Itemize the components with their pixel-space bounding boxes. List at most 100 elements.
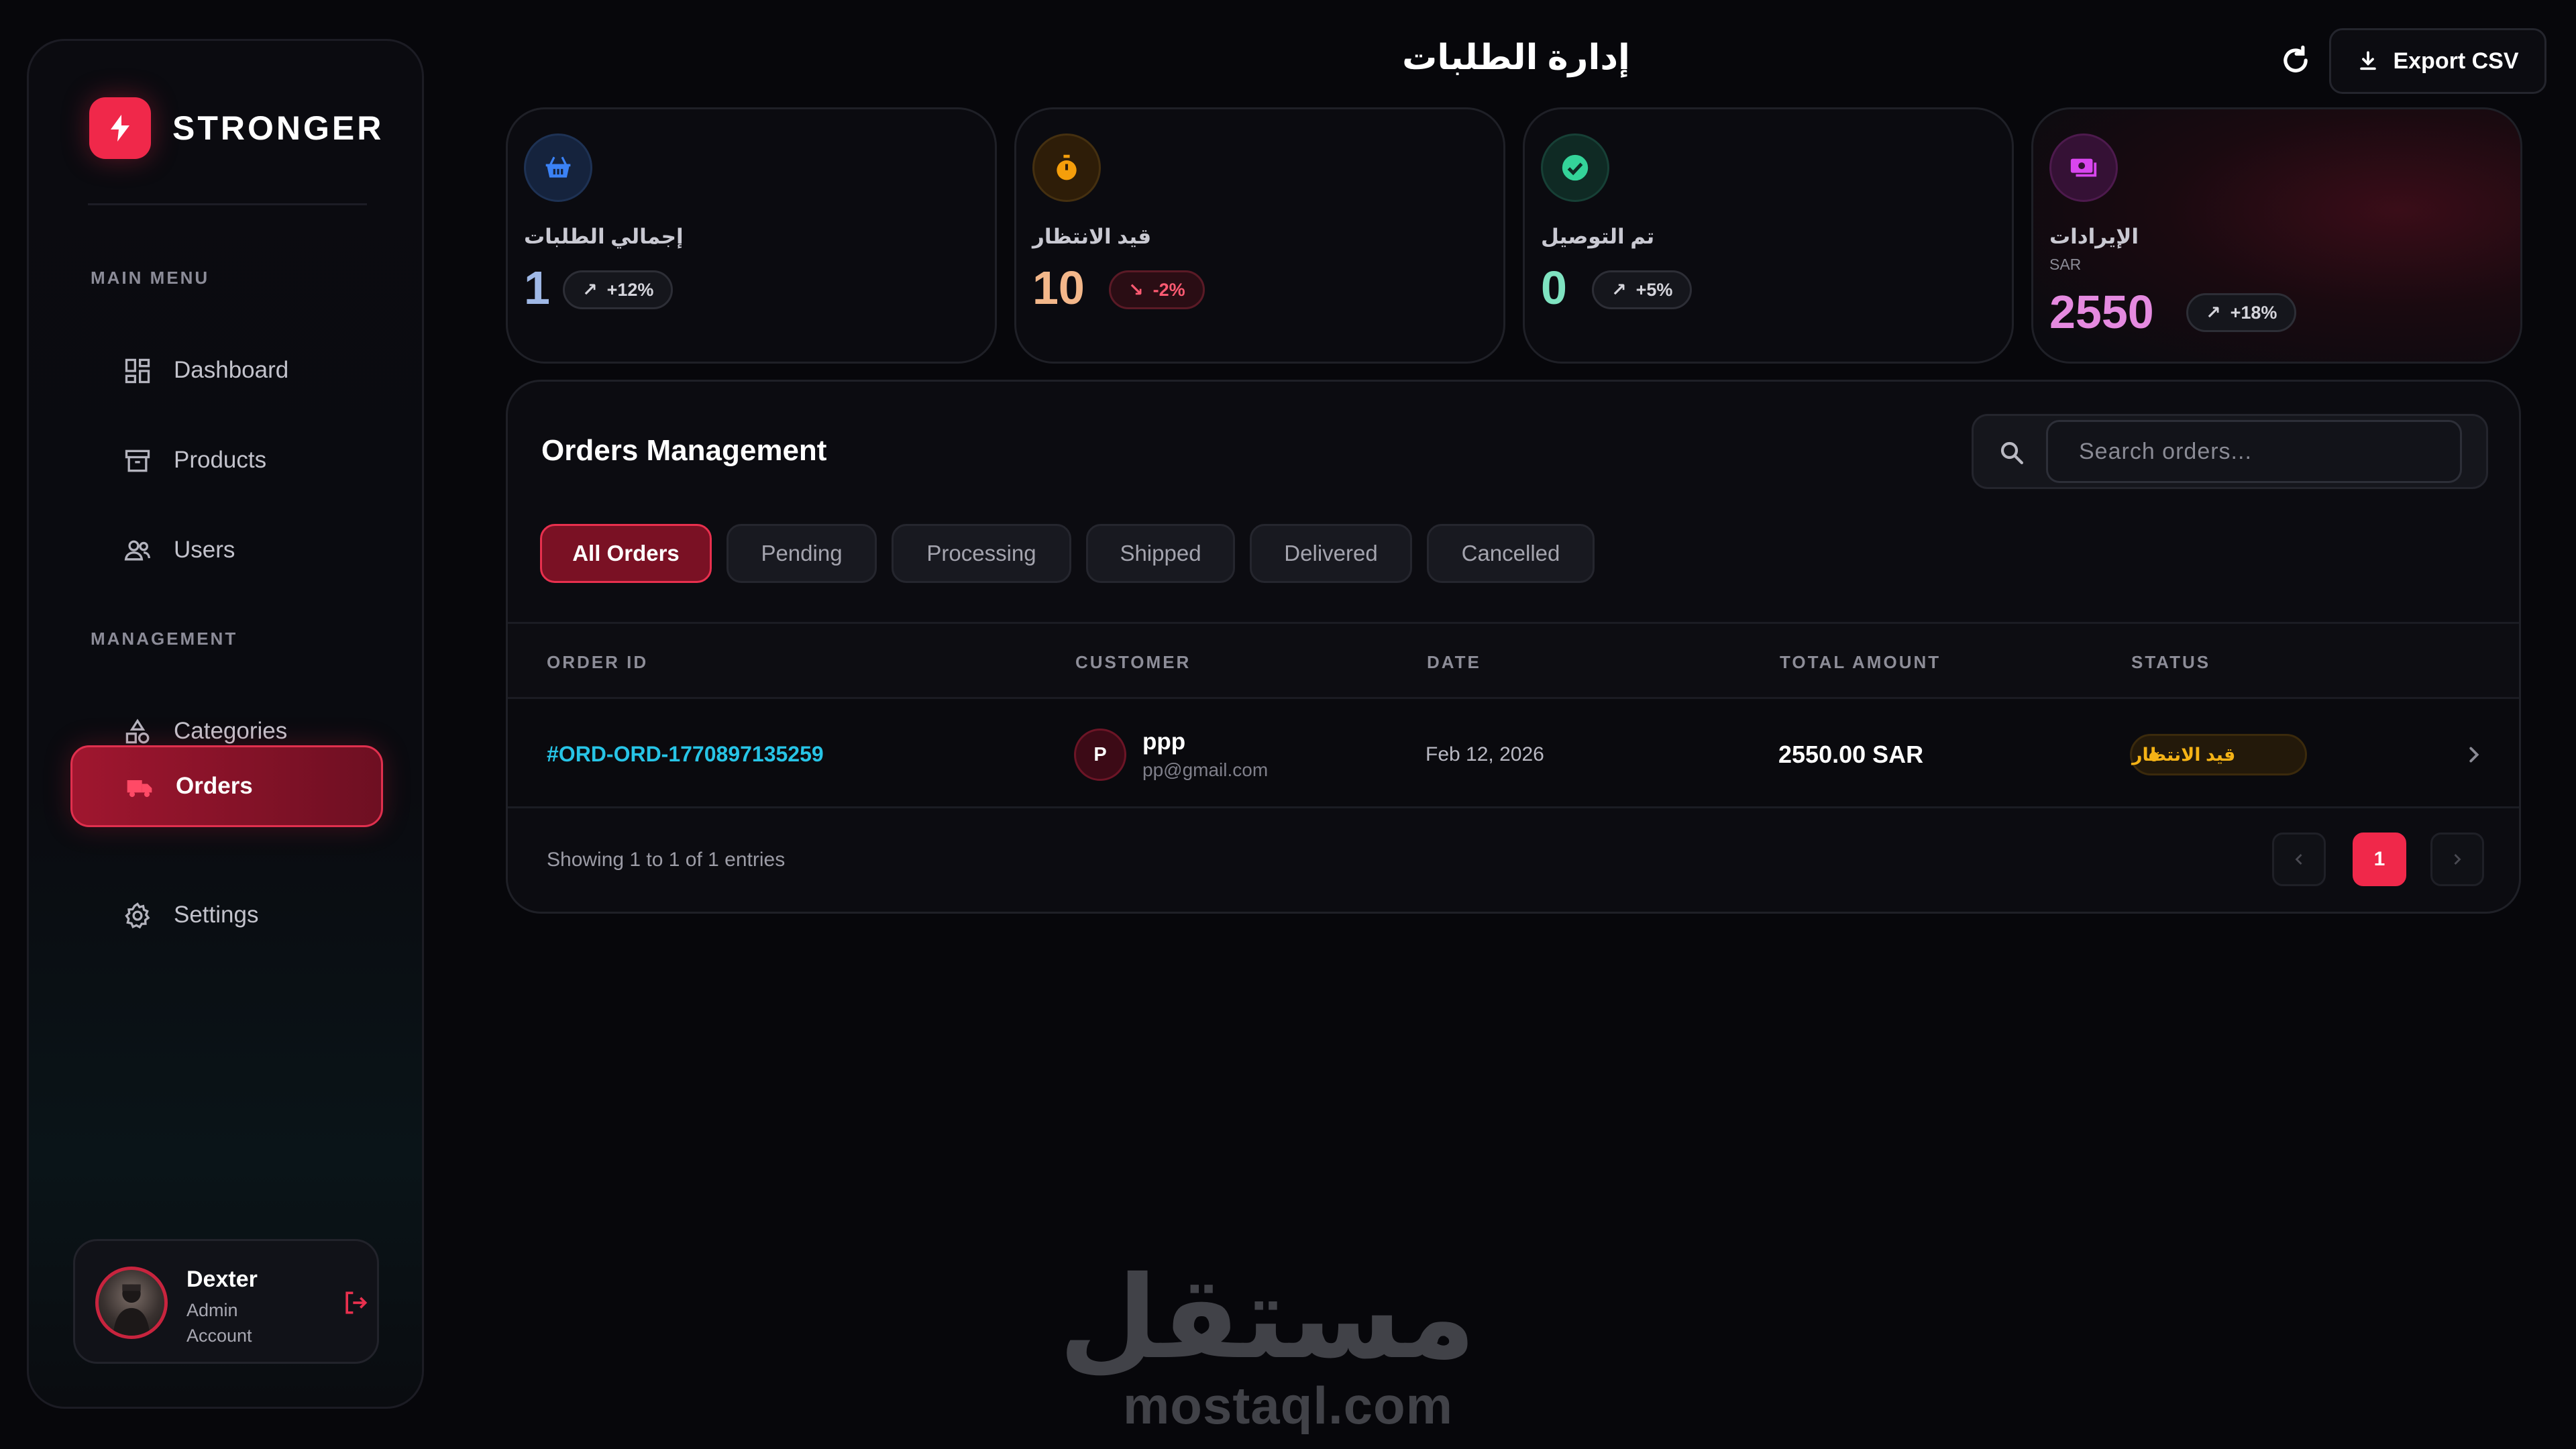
trend-value: +5% [1635, 279, 1673, 300]
stat-label: قيد الانتظار [1032, 225, 1152, 248]
order-amount: 2550.00 SAR [1778, 741, 1924, 768]
trend-badge: ↗ +12% [563, 270, 674, 309]
sidebar-item-label: Orders [176, 773, 253, 799]
stat-value: 1 [524, 262, 550, 314]
refresh-icon[interactable] [2278, 43, 2313, 78]
search-input[interactable] [2046, 420, 2462, 483]
filter-delivered[interactable]: Delivered [1250, 524, 1412, 583]
stat-value: 2550 [2049, 286, 2154, 338]
stat-card-delivered: تم التوصيل 0 ↗ +5% [1523, 107, 2014, 364]
money-icon [2049, 133, 2118, 202]
status-dot [2149, 752, 2159, 761]
user-profile-card[interactable]: Dexter Admin Account [73, 1239, 379, 1364]
sidebar-item-label: Dashboard [174, 357, 289, 383]
stat-card-total-orders: إجمالي الطلبات 1 ↗ +12% [506, 107, 997, 364]
chevron-right-icon[interactable] [2461, 742, 2487, 767]
sidebar-item-label: Users [174, 537, 235, 563]
archive-box-icon [125, 449, 150, 472]
stat-card-pending: قيد الانتظار 10 ↘ -2% [1014, 107, 1505, 364]
chevron-left-icon [2295, 854, 2302, 865]
sidebar-item-label: Settings [174, 902, 259, 928]
stat-card-revenue: الإيرادات SAR 2550 ↗ +18% [2031, 107, 2522, 364]
users-icon [124, 540, 151, 561]
basket-icon [524, 133, 592, 202]
page-title: إدارة الطلبات [1402, 38, 1630, 77]
trend-up-icon: ↗ [582, 279, 598, 300]
column-header-total-amount[interactable]: TOTAL AMOUNT [1780, 652, 1941, 673]
divider [88, 203, 367, 205]
trend-up-icon: ↗ [2206, 302, 2221, 323]
sidebar-item-orders[interactable]: Orders [70, 745, 383, 827]
search-box [1972, 414, 2488, 489]
table-header: ORDER ID CUSTOMER DATE TOTAL AMOUNT STAT… [508, 622, 2519, 697]
trend-badge: ↘ -2% [1109, 270, 1205, 309]
filter-processing[interactable]: Processing [892, 524, 1071, 583]
stat-label: الإيرادات [2049, 225, 2139, 248]
stat-label: إجمالي الطلبات [524, 225, 684, 248]
next-page-button[interactable] [2430, 833, 2484, 886]
download-icon [2360, 51, 2377, 70]
table-row[interactable]: #ORD-ORD-1770897135259 P ppp pp@gmail.co… [508, 697, 2519, 808]
trend-badge: ↗ +18% [2186, 293, 2297, 332]
orders-panel: Orders Management All Orders Pending Pro… [506, 380, 2521, 914]
panel-title: Orders Management [541, 434, 827, 467]
truck-icon [127, 780, 152, 798]
trend-badge: ↗ +5% [1592, 270, 1693, 309]
stat-value: 0 [1541, 262, 1567, 314]
management-label: MANAGEMENT [91, 629, 238, 649]
status-badge: قيد الانتظار [2130, 734, 2307, 775]
watermark-logo: مستقل mostaql.com [1059, 1252, 1476, 1436]
watermark-arabic: مستقل [1059, 1252, 1476, 1385]
filter-all-orders[interactable]: All Orders [540, 524, 712, 583]
customer-avatar: P [1074, 729, 1126, 781]
search-icon [2000, 441, 2023, 464]
stat-label: تم التوصيل [1541, 225, 1655, 248]
customer-name: ppp [1142, 729, 1186, 755]
pagination-summary: Showing 1 to 1 of 1 entries [547, 849, 786, 871]
sidebar-item-products[interactable]: Products [70, 421, 383, 500]
page-button[interactable]: 1 [2353, 833, 2406, 886]
column-header-date[interactable]: DATE [1427, 652, 1481, 673]
trend-value: +18% [2230, 302, 2277, 323]
watermark-latin: mostaql.com [1122, 1376, 1454, 1435]
main-menu-label: MAIN MENU [91, 268, 210, 288]
column-header-status[interactable]: STATUS [2131, 652, 2210, 673]
check-circle-icon [1541, 133, 1609, 202]
export-csv-button[interactable]: Export CSV [2329, 28, 2546, 94]
filter-cancelled[interactable]: Cancelled [1427, 524, 1595, 583]
sidebar-item-settings[interactable]: Settings [70, 875, 383, 955]
lightning-logo-icon [89, 97, 151, 159]
stat-unit: SAR [2049, 256, 2082, 273]
user-name: Dexter [186, 1267, 258, 1292]
brand[interactable]: STRONGER [89, 97, 384, 159]
customer-email: pp@gmail.com [1142, 759, 1269, 780]
column-header-order-id[interactable]: ORDER ID [547, 652, 648, 673]
status-label: قيد الانتظار [2132, 744, 2236, 765]
sidebar-item-dashboard[interactable]: Dashboard [70, 331, 383, 410]
sidebar-item-users[interactable]: Users [70, 511, 383, 590]
shapes-icon [125, 718, 150, 744]
filter-pending[interactable]: Pending [727, 524, 877, 583]
logout-icon[interactable] [341, 1288, 370, 1318]
stopwatch-icon [1032, 133, 1101, 202]
stat-value: 10 [1032, 262, 1085, 314]
trend-down-icon: ↘ [1128, 279, 1144, 300]
sidebar-item-label: Products [174, 447, 267, 473]
dashboard-grid-icon [125, 358, 150, 384]
user-role: Admin Account [186, 1300, 252, 1346]
column-header-customer[interactable]: CUSTOMER [1075, 652, 1191, 673]
order-id-link[interactable]: #ORD-ORD-1770897135259 [547, 742, 824, 767]
sidebar: STRONGER MAIN MENU Dashboard Products Us… [27, 39, 424, 1409]
sidebar-item-label: Categories [174, 718, 288, 744]
brand-name: STRONGER [172, 109, 384, 147]
avatar [95, 1267, 168, 1339]
chevron-right-icon [2454, 854, 2461, 865]
trend-up-icon: ↗ [1611, 279, 1627, 300]
trend-value: +12% [606, 279, 654, 300]
trend-value: -2% [1152, 279, 1185, 300]
filter-shipped[interactable]: Shipped [1086, 524, 1235, 583]
export-csv-label: Export CSV [2393, 48, 2519, 74]
order-date: Feb 12, 2026 [1426, 743, 1544, 765]
prev-page-button[interactable] [2272, 833, 2326, 886]
gear-icon [125, 902, 150, 929]
